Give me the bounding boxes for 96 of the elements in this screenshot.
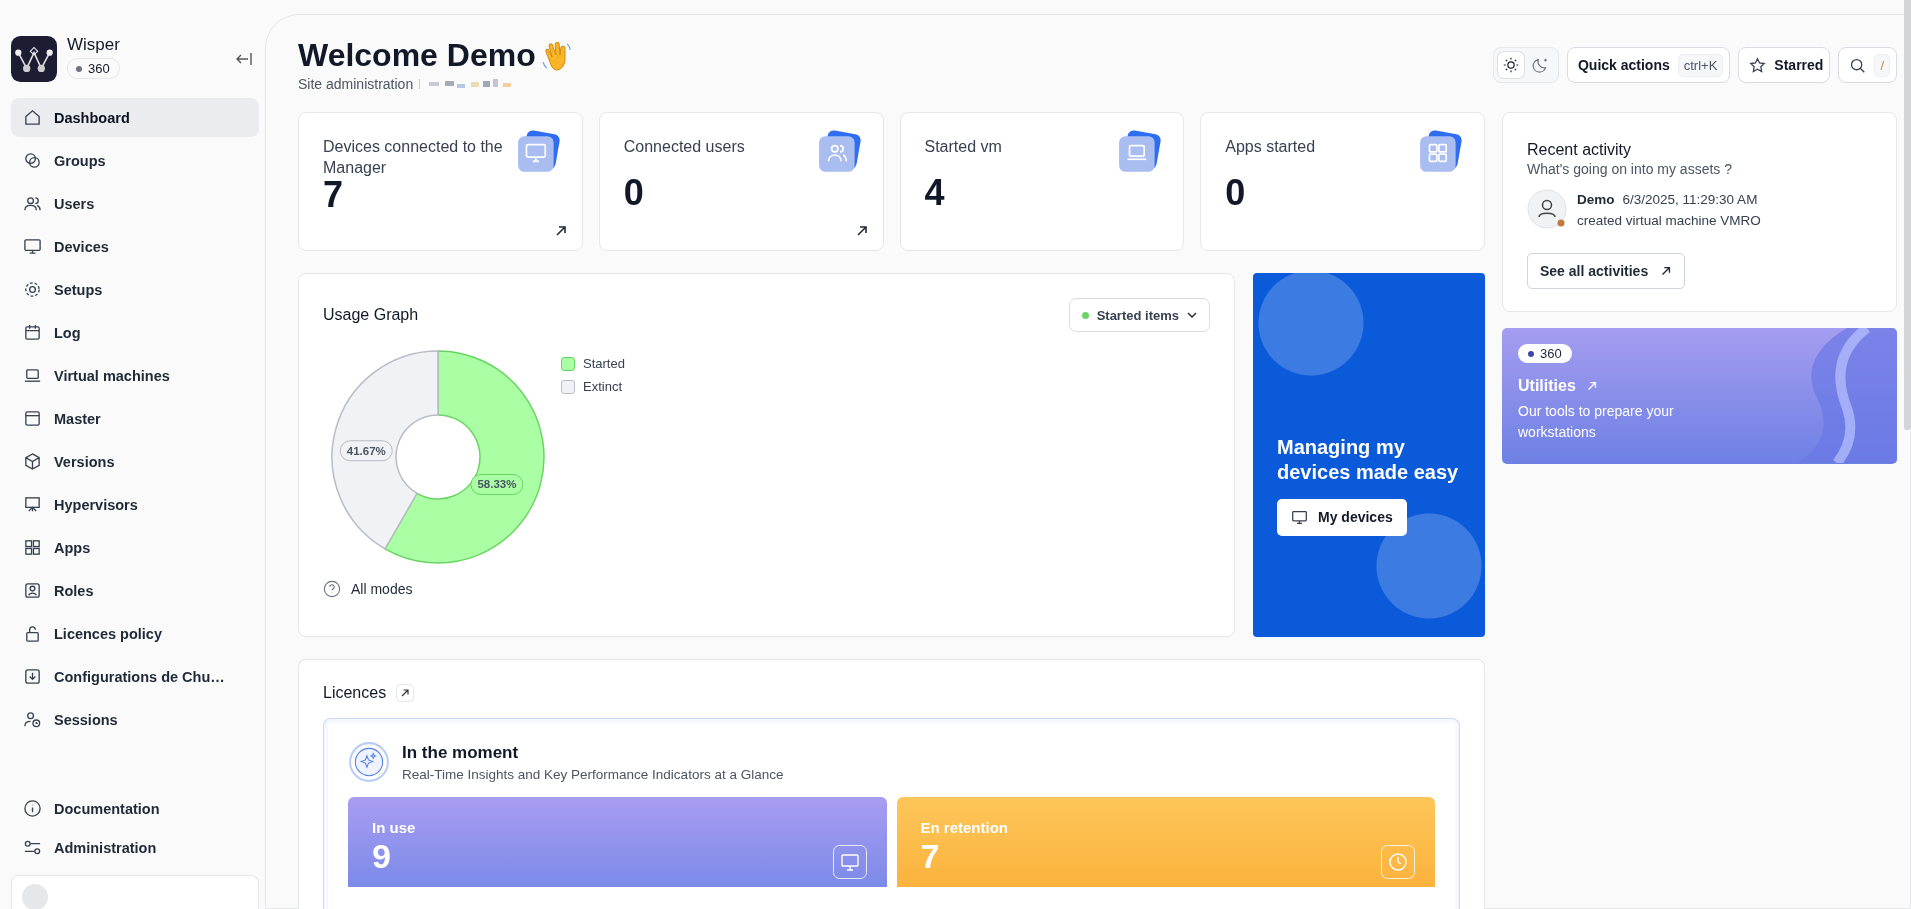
sparkles-icon bbox=[348, 741, 390, 783]
id-card-icon bbox=[23, 581, 42, 600]
calendar-icon bbox=[23, 323, 42, 342]
sidebar-item[interactable]: Virtual machines bbox=[11, 356, 259, 395]
section-title: In the moment bbox=[402, 742, 520, 763]
sidebar-footer-item[interactable]: Documentation bbox=[11, 789, 259, 828]
page-subtitle: Site administration bbox=[298, 76, 414, 92]
activity-user: Demo bbox=[1577, 192, 1615, 207]
activity-time: 6/3/2025, 11:29:30 AM bbox=[1622, 192, 1758, 207]
utilities-text: Our tools to prepare your workstations bbox=[1518, 402, 1675, 442]
card-title: Licences bbox=[323, 684, 387, 702]
avatar bbox=[22, 884, 48, 909]
stat-value: 0 bbox=[623, 174, 645, 212]
sidebar-item[interactable]: Roles bbox=[11, 571, 259, 610]
sidebar-item[interactable]: Sessions bbox=[11, 700, 259, 739]
shortcut-key: ctrl+K bbox=[1677, 53, 1724, 77]
kpi-label: En retention bbox=[920, 819, 1009, 836]
sidebar-footer-item[interactable]: Administration bbox=[11, 828, 259, 867]
stat-value: 0 bbox=[1225, 174, 1247, 212]
groups-icon bbox=[23, 151, 42, 170]
card-title: Usage Graph bbox=[323, 306, 419, 324]
monitor-icon bbox=[832, 845, 867, 879]
sidebar-item[interactable]: Apps bbox=[11, 528, 259, 567]
value-label: 41.67% bbox=[339, 440, 393, 462]
sidebar-item[interactable]: Log bbox=[11, 313, 259, 352]
starred-button[interactable]: Starred bbox=[1738, 47, 1831, 83]
status-dot bbox=[1081, 311, 1089, 319]
app-name: Wisper bbox=[67, 35, 120, 55]
legend-label: Extinct bbox=[583, 379, 622, 394]
quick-actions-button[interactable]: Quick actions ctrl+K bbox=[1566, 47, 1731, 83]
legend-swatch bbox=[561, 356, 575, 371]
sidebar-item[interactable]: Dashboard bbox=[11, 98, 259, 137]
stat-label: Started vm bbox=[924, 137, 1002, 157]
sidebar-item[interactable]: Groups bbox=[11, 141, 259, 180]
stat-label: Devices connected to the Manager bbox=[323, 137, 504, 178]
version-badge: 360 bbox=[1518, 344, 1572, 363]
sun-icon[interactable] bbox=[1497, 52, 1524, 78]
download-icon bbox=[23, 667, 42, 686]
app-logo bbox=[11, 36, 57, 82]
arrow-up-right-icon bbox=[1660, 265, 1673, 277]
users-icon bbox=[23, 194, 42, 213]
home-icon bbox=[23, 108, 42, 127]
promo-title: Managing my devices made easy bbox=[1277, 434, 1460, 485]
stat-label: Connected users bbox=[623, 137, 745, 157]
data-label: 58.33% bbox=[477, 478, 517, 491]
see-all-button[interactable]: See all activities bbox=[1527, 253, 1686, 289]
card-subtitle: What's going on into my assets ? bbox=[1527, 161, 1733, 177]
stat-value: 4 bbox=[924, 174, 946, 212]
star-icon bbox=[1749, 56, 1767, 74]
box-icon bbox=[23, 452, 42, 471]
help-icon[interactable] bbox=[323, 580, 341, 598]
laptop-icon bbox=[23, 366, 42, 385]
sidebar-item[interactable]: Master bbox=[11, 399, 259, 438]
value-label: 58.33% bbox=[470, 473, 524, 495]
info-icon bbox=[23, 799, 42, 818]
kpi-value: 7 bbox=[920, 838, 940, 874]
filter-dropdown[interactable]: Started items bbox=[1068, 298, 1210, 332]
window-icon bbox=[23, 409, 42, 428]
collapse-sidebar-icon[interactable] bbox=[235, 52, 253, 66]
legend-swatch bbox=[561, 379, 575, 394]
grid-icon bbox=[23, 538, 42, 557]
presentation-icon bbox=[23, 495, 42, 514]
my-devices-button[interactable]: My devices bbox=[1277, 498, 1407, 536]
data-label: 41.67% bbox=[346, 444, 386, 457]
kpi-label: In use bbox=[372, 819, 417, 836]
shortcut-key: / bbox=[1874, 53, 1890, 77]
section-subtitle: Real-Time Insights and Key Performance Indicators at a Glance bbox=[402, 766, 784, 782]
theme-toggle[interactable] bbox=[1492, 47, 1559, 83]
modes-label: All modes bbox=[351, 581, 413, 597]
chevron-down-icon bbox=[1187, 312, 1197, 318]
monitor-icon bbox=[1291, 508, 1308, 526]
version-badge: 360 bbox=[67, 58, 120, 79]
sidebar-item[interactable]: Users bbox=[11, 184, 259, 223]
card-title: Recent activity bbox=[1527, 141, 1633, 159]
page-title: Welcome Demo bbox=[298, 37, 536, 74]
user-avatar bbox=[1527, 189, 1569, 231]
sidebar-item[interactable]: Versions bbox=[11, 442, 259, 481]
lock-icon bbox=[23, 624, 42, 643]
settings-icon bbox=[23, 280, 42, 299]
sidebar-item[interactable]: Setups bbox=[11, 270, 259, 309]
sidebar-item[interactable]: Hypervisors bbox=[11, 485, 259, 524]
clock-icon bbox=[1381, 845, 1415, 879]
external-link-icon[interactable] bbox=[396, 684, 415, 702]
sidebar-item[interactable]: Configurations de Chu… bbox=[11, 657, 259, 696]
legend-label: Started bbox=[583, 356, 625, 371]
user-clock-icon bbox=[23, 710, 42, 729]
search-icon bbox=[1849, 56, 1867, 74]
scrollbar[interactable] bbox=[1904, 0, 1911, 430]
stat-label: Apps started bbox=[1225, 137, 1316, 157]
kpi-value: 9 bbox=[372, 838, 391, 874]
stat-value: 7 bbox=[323, 176, 344, 214]
sidebar-item[interactable]: Devices bbox=[11, 227, 259, 266]
monitor-icon bbox=[23, 237, 42, 256]
activity-text: created virtual machine VMRO bbox=[1577, 213, 1761, 228]
sidebar-item[interactable]: Licences policy bbox=[11, 614, 259, 653]
sliders-icon bbox=[23, 838, 42, 857]
